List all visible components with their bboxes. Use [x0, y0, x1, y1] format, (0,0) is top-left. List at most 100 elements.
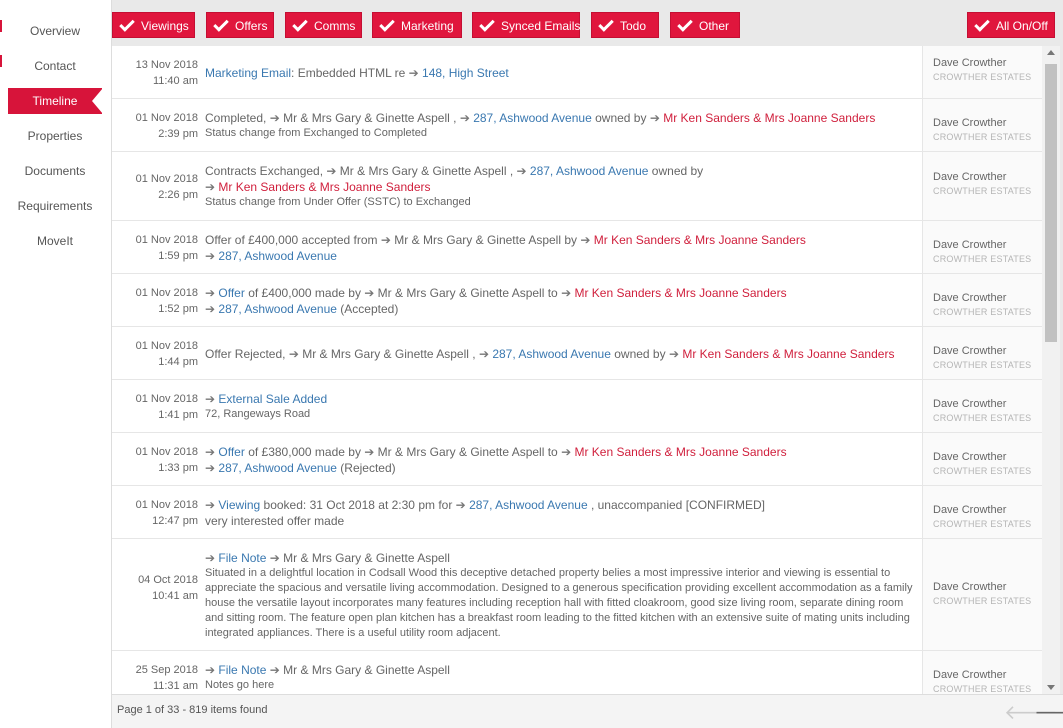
timeline-agent: Dave Crowther CROWTHER ESTATES — [922, 99, 1042, 151]
filter-label: Todo — [620, 19, 647, 33]
timeline-agent: Dave Crowther CROWTHER ESTATES — [922, 221, 1042, 273]
timeline-entry: ➔ Offer of £400,000 made by ➔ Mr & Mrs G… — [205, 285, 915, 317]
arrow-right-icon: ➔ — [668, 347, 679, 361]
timeline-text: Mr & Mrs Gary & Ginette Aspell — [279, 663, 450, 677]
agent-company: CROWTHER ESTATES — [933, 186, 1032, 196]
timeline-row: 01 Nov 2018 2:39 pm Completed, ➔ Mr & Mrs … — [112, 99, 1042, 152]
agent-name: Dave Crowther — [933, 117, 1007, 129]
sidebar-item-contact[interactable]: Contact — [8, 53, 102, 79]
timeline-datetime: 01 Nov 2018 1:52 pm — [112, 285, 198, 317]
timeline-time: 1:44 pm — [158, 356, 198, 368]
checkmark-icon — [479, 16, 495, 32]
party-link[interactable]: Mr Ken Sanders & Mrs Joanne Sanders — [660, 111, 875, 125]
scrollbar[interactable] — [1042, 46, 1060, 694]
scroll-up-icon[interactable] — [1047, 50, 1055, 55]
filter-label: Other — [699, 19, 730, 33]
timeline-row: 25 Sep 2018 11:31 am ➔ File Note ➔ Mr & Mr… — [112, 651, 1042, 694]
filter-label: Marketing — [401, 19, 454, 33]
timeline-time: 1:33 pm — [158, 462, 198, 474]
timeline-link[interactable]: File Note — [215, 663, 266, 677]
timeline-summary: ➔ File Note ➔ Mr & Mrs Gary & Ginette As… — [205, 662, 915, 678]
timeline-link[interactable]: 287, Ashwood Avenue — [215, 302, 337, 316]
arrow-right-icon: ➔ — [269, 111, 280, 125]
timeline-link[interactable]: 287, Ashwood Avenue — [527, 164, 649, 178]
sidebar-item-timeline[interactable]: Timeline — [8, 88, 103, 114]
sidebar-item-moveit[interactable]: MoveIt — [8, 228, 102, 254]
filter-other-button[interactable]: Other — [670, 12, 740, 38]
timeline-entry: ➔ Offer of £380,000 made by ➔ Mr & Mrs G… — [205, 444, 915, 476]
agent-company: CROWTHER ESTATES — [933, 596, 1032, 606]
arrow-right-icon: ➔ — [326, 164, 337, 178]
timeline-link[interactable]: 287, Ashwood Avenue — [489, 347, 611, 361]
timeline-text: Contracts Exchanged, — [205, 164, 327, 178]
next-page-icon[interactable]: 🡒 — [1034, 700, 1063, 725]
agent-name: Dave Crowther — [933, 504, 1007, 516]
timeline-link[interactable]: Offer — [215, 445, 244, 459]
timeline-datetime: 01 Nov 2018 1:44 pm — [112, 338, 198, 370]
timeline-date: 01 Nov 2018 — [135, 287, 198, 299]
checkmark-icon — [213, 16, 229, 32]
arrow-right-icon: ➔ — [205, 392, 216, 406]
page-info: Page 1 of 33 - 819 items found — [117, 704, 268, 716]
timeline-link[interactable]: 287, Ashwood Avenue — [215, 249, 337, 263]
arrow-right-icon: ➔ — [478, 347, 489, 361]
timeline-agent: Dave Crowther CROWTHER ESTATES — [922, 433, 1042, 485]
timeline-date: 01 Nov 2018 — [135, 112, 198, 124]
arrow-right-icon: ➔ — [205, 180, 216, 194]
agent-company: CROWTHER ESTATES — [933, 413, 1032, 423]
party-link[interactable]: Mr Ken Sanders & Mrs Joanne Sanders — [215, 180, 430, 194]
arrow-right-icon: ➔ — [364, 286, 375, 300]
filter-viewings-button[interactable]: Viewings — [112, 12, 195, 38]
party-link[interactable]: Mr Ken Sanders & Mrs Joanne Sanders — [571, 286, 786, 300]
sidebar-item-requirements[interactable]: Requirements — [8, 193, 102, 219]
arrow-right-icon: ➔ — [205, 249, 216, 263]
arrow-right-icon: ➔ — [205, 286, 216, 300]
timeline-datetime: 25 Sep 2018 11:31 am — [112, 662, 198, 694]
sidebar-item-documents[interactable]: Documents — [8, 158, 102, 184]
timeline-summary: Contracts Exchanged, ➔ Mr & Mrs Gary & G… — [205, 163, 915, 195]
timeline-link[interactable]: Viewing — [215, 498, 260, 512]
party-link[interactable]: Mr Ken Sanders & Mrs Joanne Sanders — [590, 233, 806, 247]
party-link[interactable]: Mr Ken Sanders & Mrs Joanne Sanders — [679, 347, 894, 361]
timeline-time: 10:41 am — [152, 590, 198, 602]
timeline-list: 13 Nov 2018 11:40 am Marketing Email: Embe… — [112, 46, 1042, 694]
filter-comms-button[interactable]: Comms — [285, 12, 362, 38]
agent-name: Dave Crowther — [933, 581, 1007, 593]
scroll-down-icon[interactable] — [1047, 685, 1055, 690]
timeline-text: Mr & Mrs Gary & Ginette Aspell to — [374, 286, 562, 300]
pagination-footer: Page 1 of 33 - 819 items found 🡐 🡒 — [112, 694, 1063, 728]
timeline-link[interactable]: 148, High Street — [419, 66, 509, 80]
timeline-link[interactable]: 287, Ashwood Avenue — [215, 461, 337, 475]
timeline-link[interactable]: 287, Ashwood Avenue — [470, 111, 592, 125]
filter-todo-button[interactable]: Todo — [591, 12, 659, 38]
timeline-link[interactable]: 287, Ashwood Avenue — [466, 498, 588, 512]
filter-marketing-button[interactable]: Marketing — [372, 12, 462, 38]
timeline-link[interactable]: Marketing Email — [205, 66, 291, 80]
timeline-detail: Status change from Under Offer (SSTC) to… — [205, 196, 471, 208]
timeline-link[interactable]: Offer — [215, 286, 244, 300]
scrollbar-thumb[interactable] — [1045, 64, 1057, 342]
timeline-detail: Notes go here — [205, 679, 275, 691]
filter-offers-button[interactable]: Offers — [206, 12, 274, 38]
sidebar-item-properties[interactable]: Properties — [8, 123, 102, 149]
agent-company: CROWTHER ESTATES — [933, 72, 1032, 82]
checkmark-icon — [119, 16, 135, 32]
sidebar-accent — [0, 20, 2, 32]
timeline-link[interactable]: File Note — [215, 551, 266, 565]
checkmark-icon — [677, 16, 693, 32]
agent-company: CROWTHER ESTATES — [933, 466, 1032, 476]
party-link[interactable]: Mr Ken Sanders & Mrs Joanne Sanders — [571, 445, 786, 459]
timeline-link[interactable]: External Sale Added — [215, 392, 327, 406]
timeline-datetime: 01 Nov 2018 1:41 pm — [112, 391, 198, 423]
timeline-text: Offer Rejected, — [205, 347, 289, 361]
filter-synced-emails-button[interactable]: Synced Emails — [472, 12, 580, 38]
timeline-datetime: 13 Nov 2018 11:40 am — [112, 57, 198, 89]
sidebar-item-overview[interactable]: Overview — [8, 18, 102, 44]
timeline-text: Mr & Mrs Gary & Ginette Aspell , — [279, 111, 460, 125]
timeline-summary: Offer of £400,000 accepted from ➔ Mr & M… — [205, 232, 915, 264]
timeline-text: (Accepted) — [336, 302, 399, 316]
timeline-row: 01 Nov 2018 2:26 pm Contracts Exchanged, ➔… — [112, 152, 1042, 221]
arrow-right-icon: ➔ — [408, 66, 419, 80]
all-on-off-button[interactable]: All On/Off — [967, 12, 1055, 38]
timeline-agent: Dave Crowther CROWTHER ESTATES — [922, 486, 1042, 538]
